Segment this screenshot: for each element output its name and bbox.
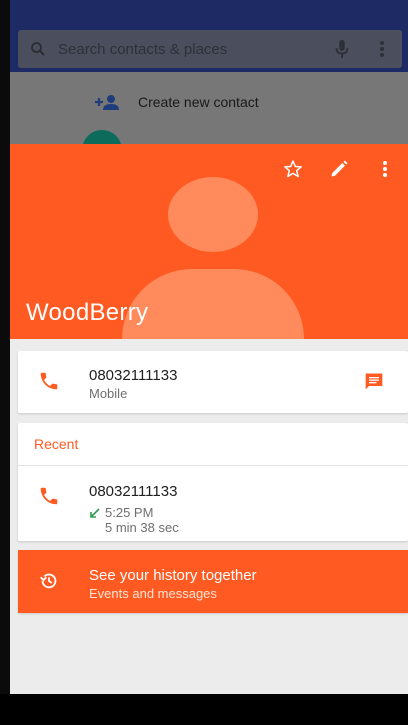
history-title: See your history together xyxy=(89,567,257,584)
person-add-icon xyxy=(10,94,138,110)
phone-number-card[interactable]: 08032111133 Mobile xyxy=(18,351,408,413)
more-vert-icon[interactable] xyxy=(362,154,408,184)
navigation-bar xyxy=(0,694,408,725)
edit-icon[interactable] xyxy=(316,154,362,184)
avatar-placeholder-body xyxy=(122,269,304,339)
search-bar[interactable]: Search contacts & places xyxy=(18,30,402,68)
incoming-call-arrow-icon xyxy=(89,507,101,519)
divider xyxy=(18,465,408,466)
history-subtitle: Events and messages xyxy=(89,586,217,601)
status-bar xyxy=(10,0,408,24)
history-icon xyxy=(38,570,62,594)
contact-name: WoodBerry xyxy=(26,299,149,326)
phone-icon[interactable] xyxy=(38,485,62,509)
star-outline-icon[interactable] xyxy=(270,154,316,184)
avatar-placeholder-head xyxy=(168,177,258,252)
message-icon[interactable] xyxy=(364,371,386,393)
search-placeholder: Search contacts & places xyxy=(58,40,228,58)
create-new-contact-label: Create new contact xyxy=(138,94,259,110)
mic-icon[interactable] xyxy=(322,39,362,59)
recent-call-time: 5:25 PM xyxy=(105,505,154,520)
contact-header: WoodBerry xyxy=(10,144,408,339)
recent-call-time-row: 5:25 PM xyxy=(89,505,153,520)
recent-call-duration: 5 min 38 sec xyxy=(105,520,179,535)
phone-type: Mobile xyxy=(89,386,128,401)
phone-icon xyxy=(38,370,62,394)
history-banner[interactable]: See your history together Events and mes… xyxy=(18,550,408,613)
recent-call-number[interactable]: 08032111133 xyxy=(89,483,177,500)
contacts-list-background: Search contacts & places Create new cont… xyxy=(10,24,408,170)
phone-number: 08032111133 xyxy=(89,367,178,384)
more-vert-icon[interactable] xyxy=(362,40,402,58)
search-icon xyxy=(18,40,58,58)
header-actions xyxy=(270,154,408,184)
contacts-list: Create new contact xyxy=(10,72,408,170)
recent-card: Recent 08032111133 5:25 PM 5 min 38 sec xyxy=(18,423,408,541)
create-new-contact-row[interactable]: Create new contact xyxy=(10,86,408,118)
recent-section-title: Recent xyxy=(34,436,79,452)
left-edge-strip xyxy=(0,0,10,725)
